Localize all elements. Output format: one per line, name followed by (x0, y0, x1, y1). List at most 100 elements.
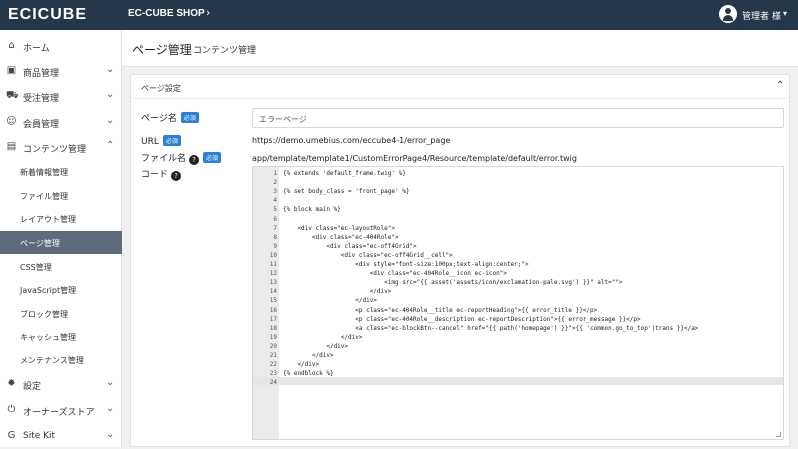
sidebar-item-label: 設定 (23, 382, 42, 392)
code-line[interactable]: <div class="ec-layoutRole"> (283, 225, 395, 232)
line-number: 13 (269, 279, 277, 287)
sidebar-item-owners-store[interactable]: ⏻ オーナーズストア ⌄ (0, 397, 122, 423)
page-title: ページ管理 (132, 43, 192, 57)
sidebar-item-settings[interactable]: ✹ 設定 ⌄ (0, 371, 122, 397)
sidebar-subitem-layout[interactable]: レイアウト管理 (0, 207, 122, 230)
card-title: ページ設定 (141, 84, 181, 93)
sidebar-subitem-css[interactable]: CSS管理 (0, 255, 122, 278)
user-menu-label[interactable]: 管理者 様 (742, 9, 781, 22)
sidebar-subitem-label: ファイル管理 (20, 192, 68, 201)
gear-icon: ✹ (7, 378, 16, 389)
home-icon: ⌂ (8, 40, 15, 51)
line-number: 8 (273, 233, 277, 241)
sidebar-item-products[interactable]: ▣ 商品管理 ⌄ (0, 58, 122, 84)
sidebar-item-label: 受注管理 (23, 94, 60, 104)
sidebar-item-home[interactable]: ⌂ ホーム (0, 33, 122, 59)
sidebar-subitem-label: 新着情報管理 (20, 168, 68, 177)
sidebar-item-label: コンテンツ管理 (23, 145, 87, 155)
code-line[interactable]: <p class="ec-404Role__description ec-rep… (283, 316, 640, 323)
code-line[interactable]: <img src="{{ asset('assets/icon/exclamat… (283, 279, 622, 286)
card-header[interactable]: ページ設定 ⌃ (131, 75, 789, 99)
line-number: 20 (269, 342, 277, 350)
code-line[interactable]: </div> (283, 334, 363, 341)
code-line[interactable]: {% set body_class = 'front_page' %} (283, 188, 409, 195)
resize-handle[interactable] (776, 432, 781, 437)
chevron-down-icon: ⌄ (106, 115, 115, 126)
sidebar-subitem-cache[interactable]: キャッシュ管理 (0, 325, 122, 348)
code-label: コード (141, 170, 169, 180)
sidebar-subitem-label: レイアウト管理 (20, 215, 76, 224)
code-line[interactable]: <p class="ec-404Role__title ec-reportHea… (283, 307, 597, 314)
sidebar-item-site-kit[interactable]: G Site Kit ⌄ (0, 423, 122, 449)
sidebar-subitem-maintenance[interactable]: メンテナンス管理 (0, 348, 122, 371)
line-number: 4 (273, 197, 277, 205)
sidebar-subitem-label: キャッシュ管理 (20, 333, 76, 342)
chevron-down-icon[interactable]: ▾ (783, 9, 787, 18)
chevron-down-icon: ⌄ (106, 377, 115, 388)
sidebar-subitem-blocks[interactable]: ブロック管理 (0, 302, 122, 325)
line-number: 12 (269, 270, 277, 278)
chevron-down-icon: ⌄ (106, 64, 115, 75)
code-editor[interactable]: 1 {% extends 'default_frame.twig' %} 2 3 {% … (252, 166, 784, 440)
users-icon: ☺ (6, 116, 17, 127)
line-number: 19 (269, 333, 277, 341)
line-number: 22 (269, 361, 277, 369)
page-name-label: ページ名 (141, 114, 177, 124)
user-avatar-icon[interactable] (719, 5, 737, 23)
url-label-row: URL 必須 (141, 135, 181, 147)
cart-icon: ⛟ (6, 90, 19, 101)
code-line[interactable]: </div> (283, 288, 392, 295)
required-badge: 必須 (180, 112, 199, 123)
page-header: ページ管理 コンテンツ管理 (122, 30, 798, 67)
line-number: 18 (269, 324, 277, 332)
sidebar-item-contents[interactable]: ▤ コンテンツ管理 ⌃ (0, 134, 122, 160)
code-line[interactable]: <div class="ec-off4Grid__cell"> (283, 252, 453, 259)
sidebar: ⌂ ホーム ▣ 商品管理 ⌄ ⛟ 受注管理 ⌄ ☺ 会員管理 ⌄ ▤ コンテンツ… (0, 30, 122, 447)
sidebar-item-orders[interactable]: ⛟ 受注管理 ⌄ (0, 83, 122, 109)
code-line[interactable]: </div> (283, 343, 348, 350)
code-line[interactable]: <div class="ec-404Role"> (283, 234, 399, 241)
code-line[interactable]: </div> (283, 352, 334, 359)
chevron-up-icon[interactable]: ⌃ (776, 80, 784, 91)
chevron-up-icon: ⌃ (106, 140, 115, 151)
sidebar-item-customers[interactable]: ☺ 会員管理 ⌄ (0, 109, 122, 135)
plug-icon: ⏻ (7, 404, 16, 415)
url-value: https://demo.umebius.com/eccube4-1/error… (252, 136, 451, 145)
code-line[interactable]: </div> (283, 361, 319, 368)
chevron-down-icon: ⌄ (106, 89, 115, 100)
code-label-row: コード? (141, 167, 182, 181)
file-name-label: ファイル名 (141, 154, 187, 164)
code-line[interactable]: {% endblock %} (283, 370, 334, 377)
line-number: 23 (269, 370, 277, 378)
code-line[interactable]: <div class="ec-off4Grid"> (283, 243, 416, 250)
sidebar-subitem-files[interactable]: ファイル管理 (0, 184, 122, 207)
sidebar-subitem-label: JavaScript管理 (20, 286, 77, 295)
page-name-input[interactable]: エラーページ (252, 108, 784, 128)
line-number: 14 (269, 288, 277, 296)
line-number: 2 (273, 179, 277, 187)
code-line[interactable]: {% block main %} (283, 206, 341, 213)
line-number: 7 (273, 224, 277, 232)
line-number: 10 (269, 251, 277, 259)
url-label: URL (141, 137, 159, 147)
line-number: 3 (273, 188, 277, 196)
sidebar-item-label: 会員管理 (23, 120, 60, 130)
sidebar-subitem-pages[interactable]: ページ管理 (0, 231, 122, 254)
line-number: 16 (269, 306, 277, 314)
chevron-right-icon[interactable]: › (206, 6, 210, 19)
line-number: 6 (273, 215, 277, 223)
code-line[interactable]: </div> (283, 297, 377, 304)
line-number: 24 (269, 379, 277, 387)
code-line[interactable]: {% extends 'default_frame.twig' %} (283, 170, 406, 177)
sidebar-item-label: Site Kit (23, 431, 56, 441)
code-line[interactable]: <div class="ec-404Role__icon ec-icon"> (283, 270, 507, 277)
help-icon[interactable]: ? (189, 155, 200, 165)
code-line[interactable]: <div style="font-size:100px;text-align:c… (283, 261, 528, 268)
sidebar-subitem-javascript[interactable]: JavaScript管理 (0, 278, 122, 301)
code-line[interactable]: <a class="ec-blockBtn--cancel" href="{{ … (283, 325, 698, 332)
sidebar-subitem-news[interactable]: 新着情報管理 (0, 160, 122, 183)
line-number: 11 (269, 261, 277, 268)
shop-name-link[interactable]: EC-CUBE SHOP (128, 8, 205, 19)
logo[interactable]: ECICUBE (8, 6, 87, 24)
help-icon[interactable]: ? (171, 171, 182, 181)
